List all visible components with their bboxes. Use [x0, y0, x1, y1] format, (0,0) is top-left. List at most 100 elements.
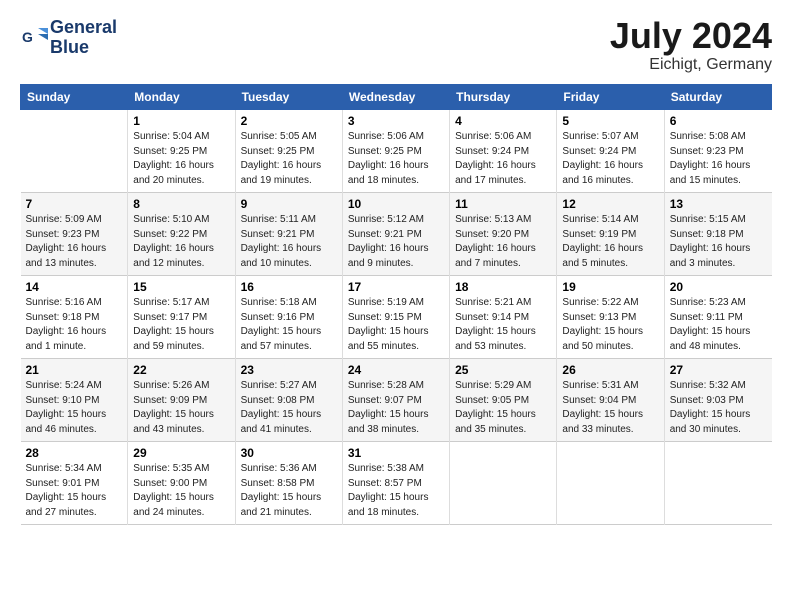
calendar-cell: 28 Sunrise: 5:34 AM Sunset: 9:01 PM Dayli…: [21, 442, 128, 525]
location-subtitle: Eichigt, Germany: [610, 56, 772, 74]
calendar-cell: 31 Sunrise: 5:38 AM Sunset: 8:57 PM Dayli…: [342, 442, 449, 525]
day-info: Sunrise: 5:24 AM Sunset: 9:10 PM Dayligh…: [26, 379, 123, 437]
day-number: 14: [26, 280, 123, 294]
day-info: Sunrise: 5:06 AM Sunset: 9:25 PM Dayligh…: [348, 130, 444, 188]
col-thursday: Thursday: [450, 85, 557, 110]
day-number: 4: [455, 114, 551, 128]
header-row: Sunday Monday Tuesday Wednesday Thursday…: [21, 85, 772, 110]
day-info: Sunrise: 5:28 AM Sunset: 9:07 PM Dayligh…: [348, 379, 444, 437]
day-info: Sunrise: 5:07 AM Sunset: 9:24 PM Dayligh…: [562, 130, 658, 188]
day-number: 22: [133, 363, 229, 377]
calendar-cell: 20Sunrise: 5:23 AM Sunset: 9:11 PM Dayli…: [664, 276, 771, 359]
day-info: Sunrise: 5:22 AM Sunset: 9:13 PM Dayligh…: [562, 296, 658, 354]
calendar-cell: 3 Sunrise: 5:06 AM Sunset: 9:25 PM Daylig…: [342, 110, 449, 193]
calendar-cell: [21, 110, 128, 193]
calendar-cell: 16Sunrise: 5:18 AM Sunset: 9:16 PM Dayli…: [235, 276, 342, 359]
day-number: 5: [562, 114, 658, 128]
day-info: Sunrise: 5:36 AM Sunset: 8:58 PM Dayligh…: [241, 462, 337, 520]
day-number: 15: [133, 280, 229, 294]
calendar-cell: 24 Sunrise: 5:28 AM Sunset: 9:07 PM Dayli…: [342, 359, 449, 442]
day-info: Sunrise: 5:11 AM Sunset: 9:21 PM Dayligh…: [241, 213, 337, 271]
calendar-cell: 13 Sunrise: 5:15 AM Sunset: 9:18 PM Dayli…: [664, 193, 771, 276]
day-info: Sunrise: 5:19 AM Sunset: 9:15 PM Dayligh…: [348, 296, 444, 354]
calendar-cell: 26 Sunrise: 5:31 AM Sunset: 9:04 PM Dayli…: [557, 359, 664, 442]
col-friday: Friday: [557, 85, 664, 110]
day-number: 10: [348, 197, 444, 211]
logo: G General Blue: [20, 18, 117, 58]
calendar-cell: 25 Sunrise: 5:29 AM Sunset: 9:05 PM Dayli…: [450, 359, 557, 442]
day-info: Sunrise: 5:26 AM Sunset: 9:09 PM Dayligh…: [133, 379, 229, 437]
calendar-cell: [557, 442, 664, 525]
col-tuesday: Tuesday: [235, 85, 342, 110]
calendar-table: Sunday Monday Tuesday Wednesday Thursday…: [20, 84, 772, 525]
day-number: 24: [348, 363, 444, 377]
calendar-cell: 6Sunrise: 5:08 AM Sunset: 9:23 PM Daylig…: [664, 110, 771, 193]
day-number: 21: [26, 363, 123, 377]
day-number: 12: [562, 197, 658, 211]
calendar-cell: 9 Sunrise: 5:11 AM Sunset: 9:21 PM Daylig…: [235, 193, 342, 276]
logo-text: General Blue: [50, 18, 117, 58]
svg-text:G: G: [22, 29, 33, 45]
day-number: 26: [562, 363, 658, 377]
logo-line1: General: [50, 17, 117, 37]
day-number: 20: [670, 280, 767, 294]
calendar-cell: 1 Sunrise: 5:04 AM Sunset: 9:25 PM Daylig…: [128, 110, 235, 193]
day-info: Sunrise: 5:15 AM Sunset: 9:18 PM Dayligh…: [670, 213, 767, 271]
col-sunday: Sunday: [21, 85, 128, 110]
day-number: 3: [348, 114, 444, 128]
calendar-cell: 29 Sunrise: 5:35 AM Sunset: 9:00 PM Dayli…: [128, 442, 235, 525]
day-number: 28: [26, 446, 123, 460]
calendar-week-4: 21 Sunrise: 5:24 AM Sunset: 9:10 PM Dayli…: [21, 359, 772, 442]
day-info: Sunrise: 5:29 AM Sunset: 9:05 PM Dayligh…: [455, 379, 551, 437]
calendar-cell: 11Sunrise: 5:13 AM Sunset: 9:20 PM Dayli…: [450, 193, 557, 276]
day-info: Sunrise: 5:32 AM Sunset: 9:03 PM Dayligh…: [670, 379, 767, 437]
calendar-page: G General Blue July 2024 Eichigt, German…: [0, 0, 792, 535]
calendar-cell: 15 Sunrise: 5:17 AM Sunset: 9:17 PM Dayli…: [128, 276, 235, 359]
col-saturday: Saturday: [664, 85, 771, 110]
day-number: 13: [670, 197, 767, 211]
day-info: Sunrise: 5:31 AM Sunset: 9:04 PM Dayligh…: [562, 379, 658, 437]
calendar-week-5: 28 Sunrise: 5:34 AM Sunset: 9:01 PM Dayli…: [21, 442, 772, 525]
day-number: 17: [348, 280, 444, 294]
calendar-cell: 5 Sunrise: 5:07 AM Sunset: 9:24 PM Daylig…: [557, 110, 664, 193]
calendar-cell: 19Sunrise: 5:22 AM Sunset: 9:13 PM Dayli…: [557, 276, 664, 359]
day-info: Sunrise: 5:21 AM Sunset: 9:14 PM Dayligh…: [455, 296, 551, 354]
day-info: Sunrise: 5:04 AM Sunset: 9:25 PM Dayligh…: [133, 130, 229, 188]
day-info: Sunrise: 5:34 AM Sunset: 9:01 PM Dayligh…: [26, 462, 123, 520]
day-number: 11: [455, 197, 551, 211]
day-info: Sunrise: 5:05 AM Sunset: 9:25 PM Dayligh…: [241, 130, 337, 188]
day-number: 23: [241, 363, 337, 377]
col-monday: Monday: [128, 85, 235, 110]
day-number: 7: [26, 197, 123, 211]
day-number: 2: [241, 114, 337, 128]
calendar-cell: 4Sunrise: 5:06 AM Sunset: 9:24 PM Daylig…: [450, 110, 557, 193]
day-number: 30: [241, 446, 337, 460]
calendar-cell: 27 Sunrise: 5:32 AM Sunset: 9:03 PM Dayli…: [664, 359, 771, 442]
day-number: 27: [670, 363, 767, 377]
calendar-week-3: 14Sunrise: 5:16 AM Sunset: 9:18 PM Dayli…: [21, 276, 772, 359]
logo-line2: Blue: [50, 37, 89, 57]
day-info: Sunrise: 5:12 AM Sunset: 9:21 PM Dayligh…: [348, 213, 444, 271]
day-info: Sunrise: 5:14 AM Sunset: 9:19 PM Dayligh…: [562, 213, 658, 271]
day-info: Sunrise: 5:35 AM Sunset: 9:00 PM Dayligh…: [133, 462, 229, 520]
calendar-cell: 18Sunrise: 5:21 AM Sunset: 9:14 PM Dayli…: [450, 276, 557, 359]
day-info: Sunrise: 5:38 AM Sunset: 8:57 PM Dayligh…: [348, 462, 444, 520]
day-info: Sunrise: 5:17 AM Sunset: 9:17 PM Dayligh…: [133, 296, 229, 354]
day-number: 9: [241, 197, 337, 211]
calendar-cell: [664, 442, 771, 525]
day-info: Sunrise: 5:09 AM Sunset: 9:23 PM Dayligh…: [26, 213, 123, 271]
day-number: 8: [133, 197, 229, 211]
day-number: 29: [133, 446, 229, 460]
day-number: 6: [670, 114, 767, 128]
day-number: 31: [348, 446, 444, 460]
calendar-cell: 8Sunrise: 5:10 AM Sunset: 9:22 PM Daylig…: [128, 193, 235, 276]
day-number: 1: [133, 114, 229, 128]
day-number: 25: [455, 363, 551, 377]
calendar-cell: 30 Sunrise: 5:36 AM Sunset: 8:58 PM Dayli…: [235, 442, 342, 525]
calendar-week-2: 7 Sunrise: 5:09 AM Sunset: 9:23 PM Daylig…: [21, 193, 772, 276]
calendar-cell: 17 Sunrise: 5:19 AM Sunset: 9:15 PM Dayli…: [342, 276, 449, 359]
calendar-cell: 23Sunrise: 5:27 AM Sunset: 9:08 PM Dayli…: [235, 359, 342, 442]
calendar-week-1: 1 Sunrise: 5:04 AM Sunset: 9:25 PM Daylig…: [21, 110, 772, 193]
month-title: July 2024: [610, 18, 772, 54]
calendar-cell: 21 Sunrise: 5:24 AM Sunset: 9:10 PM Dayli…: [21, 359, 128, 442]
